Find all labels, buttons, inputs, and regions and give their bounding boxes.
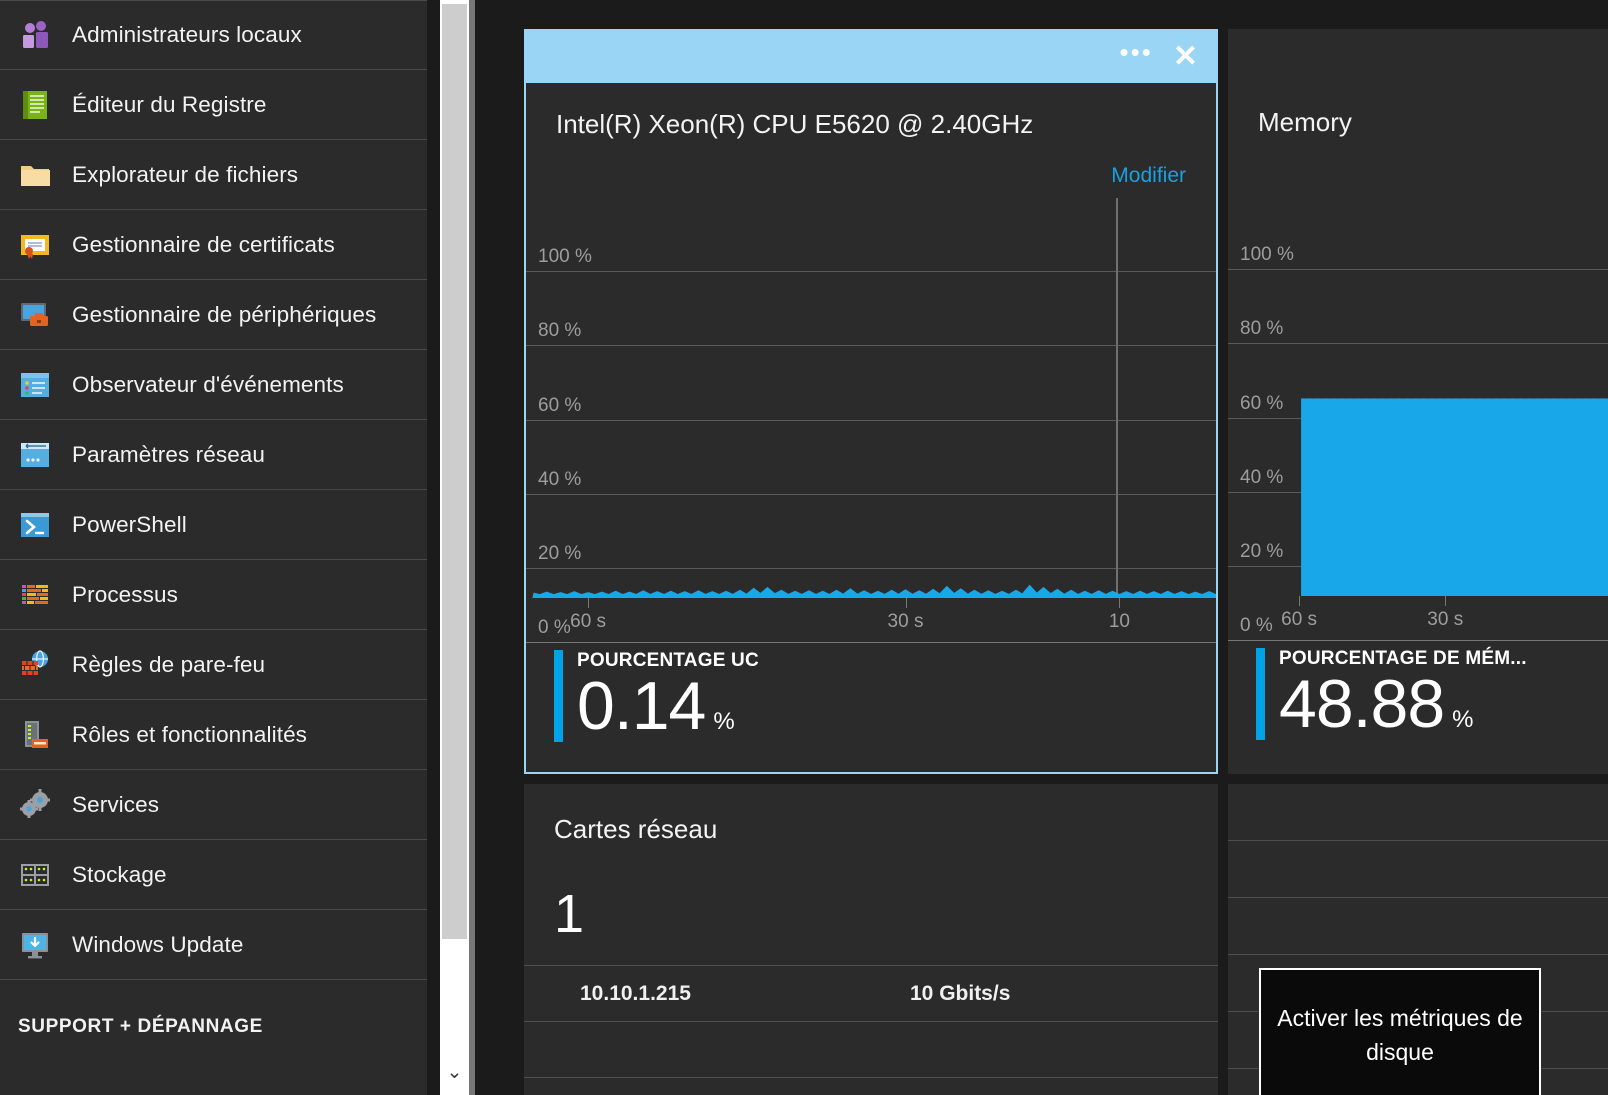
x-tick-label: 10 <box>1108 611 1130 632</box>
sidebar-item-registry-editor[interactable]: Éditeur du Registre <box>0 70 427 140</box>
memory-series-svg <box>1228 196 1608 596</box>
close-icon[interactable]: ✕ <box>1169 42 1202 72</box>
sidebar-item-label: Windows Update <box>72 931 244 957</box>
sidebar-item-powershell[interactable]: PowerShell <box>0 490 427 560</box>
enable-disk-metrics-button[interactable]: Activer les métriques de disque <box>1259 968 1541 1095</box>
sidebar-item-roles-features[interactable]: Rôles et fonctionnalités <box>0 700 427 770</box>
memory-chart: 100 % 80 % 60 % 40 % 20 % 0 % <box>1228 196 1608 642</box>
sidebar-item-storage[interactable]: Stockage <box>0 840 427 910</box>
sidebar-item-windows-update[interactable]: Windows Update <box>0 910 427 980</box>
services-icon <box>18 788 52 822</box>
memory-plot-area <box>1228 196 1608 596</box>
sidebar-item-label: Stockage <box>72 861 167 887</box>
sidebar-item-label: Gestionnaire de certificats <box>72 231 335 257</box>
sidebar-item-label: Administrateurs locaux <box>72 22 302 47</box>
sidebar-item-label: Rôles et fonctionnalités <box>72 721 308 747</box>
sidebar-item-label: Éditeur du Registre <box>72 91 267 117</box>
sidebar-item-label: Observateur d'événements <box>72 371 344 397</box>
event-viewer-icon <box>18 368 52 402</box>
memory-tile-head: Memory <box>1228 29 1608 186</box>
sidebar-item-label: Explorateur de fichiers <box>72 161 299 187</box>
cpu-tile[interactable]: ••• ✕ Intel(R) Xeon(R) CPU E5620 @ 2.40G… <box>524 29 1218 774</box>
sidebar-item-services[interactable]: Services <box>0 770 427 840</box>
disk-row <box>1228 784 1608 841</box>
sidebar-item-list: Administrateurs locaux Éditeur du Regist <box>0 0 427 980</box>
certificate-manager-icon <box>18 228 52 262</box>
cpu-tile-title: Intel(R) Xeon(R) CPU E5620 @ 2.40GHz <box>556 109 1034 139</box>
network-speed-cell: 10 Gbits/s <box>910 981 1011 1005</box>
sidebar-item-processes[interactable]: Processus <box>0 560 427 630</box>
roles-features-icon <box>18 718 52 752</box>
sidebar-item-local-admins[interactable]: Administrateurs locaux <box>0 0 427 70</box>
file-explorer-icon <box>18 158 52 192</box>
network-ip-cell: 10.10.1.215 <box>580 981 691 1005</box>
cpu-metric-value: 0.14 <box>577 667 706 744</box>
disk-row <box>1228 898 1608 955</box>
cpu-x-axis: 60 s 30 s 10 <box>526 598 1216 644</box>
memory-x-axis: 60 s 30 s <box>1228 596 1608 642</box>
sidebar-item-file-explorer[interactable]: Explorateur de fichiers <box>0 140 427 210</box>
memory-tile[interactable]: Memory 100 % 80 % 60 % 40 % 20 % 0 % 60 … <box>1228 29 1608 774</box>
sidebar-item-label: PowerShell <box>72 511 187 537</box>
network-tile-title: Cartes réseau <box>554 814 718 844</box>
memory-metric-value: 48.88 <box>1279 665 1445 742</box>
device-manager-icon <box>18 298 52 332</box>
sidebar-nav: Administrateurs locaux Éditeur du Regist <box>0 0 427 1095</box>
sidebar-item-device-manager[interactable]: Gestionnaire de périphériques <box>0 280 427 350</box>
sidebar-scrollbar[interactable]: ⌄ <box>440 0 469 1095</box>
sidebar-item-label: Gestionnaire de périphériques <box>72 301 377 327</box>
network-adapter-count: 1 <box>554 884 585 944</box>
x-tick-label: 60 s <box>570 611 607 632</box>
firewall-rules-icon <box>18 648 52 682</box>
table-row-empty <box>524 1022 1218 1078</box>
sidebar-item-label: Processus <box>72 581 178 607</box>
sidebar-item-label: Paramètres réseau <box>72 441 266 467</box>
sidebar-item-firewall-rules[interactable]: Règles de pare-feu <box>0 630 427 700</box>
network-adapters-tile[interactable]: Cartes réseau 1 10.10.1.215 10 Gbits/s <box>524 784 1218 1095</box>
network-settings-icon <box>18 438 52 472</box>
cpu-metric-accent-bar <box>554 650 563 742</box>
x-tick-label: 30 s <box>887 611 924 632</box>
sidebar-gutter <box>469 0 475 1095</box>
disk-row <box>1228 841 1608 898</box>
network-table: 10.10.1.215 10 Gbits/s <box>524 965 1218 1078</box>
memory-metric-readout: POURCENTAGE DE MÉM... 48.88 % <box>1228 648 1608 740</box>
cpu-tile-titlebar: ••• ✕ <box>526 31 1216 83</box>
memory-metric-accent-bar <box>1256 648 1265 740</box>
memory-metric-unit: % <box>1452 705 1474 733</box>
cpu-metric-readout: POURCENTAGE UC 0.14 % <box>526 650 1216 742</box>
more-options-icon[interactable]: ••• <box>1120 39 1153 69</box>
scroll-down-icon[interactable]: ⌄ <box>440 1055 469 1089</box>
cpu-plot-area <box>526 198 1216 598</box>
modify-link[interactable]: Modifier <box>556 164 1186 188</box>
cpu-metric-unit: % <box>713 707 735 735</box>
sidebar-item-network-settings[interactable]: Paramètres réseau <box>0 420 427 490</box>
disk-tile[interactable]: Activer les métriques de disque <box>1228 784 1608 1095</box>
x-tick-label: 60 s <box>1281 609 1318 630</box>
storage-icon <box>18 858 52 892</box>
registry-editor-icon <box>18 88 52 122</box>
sidebar-item-event-viewer[interactable]: Observateur d'événements <box>0 350 427 420</box>
windows-update-icon <box>18 928 52 962</box>
x-tick-label: 30 s <box>1427 609 1464 630</box>
sidebar-item-label: Règles de pare-feu <box>72 651 266 677</box>
memory-tile-title: Memory <box>1258 107 1352 137</box>
processes-icon <box>18 578 52 612</box>
sidebar-section-heading: SUPPORT + DÉPANNAGE <box>18 1016 263 1037</box>
cpu-tile-head: Intel(R) Xeon(R) CPU E5620 @ 2.40GHz Mod… <box>526 83 1216 188</box>
cpu-series-svg <box>526 198 1216 598</box>
sidebar-item-label: Services <box>72 791 160 817</box>
sidebar-item-certificate-manager[interactable]: Gestionnaire de certificats <box>0 210 427 280</box>
cpu-chart: 100 % 80 % 60 % 40 % 20 % 0 % <box>526 198 1216 644</box>
table-row[interactable]: 10.10.1.215 10 Gbits/s <box>524 966 1218 1022</box>
server-management-app: Administrateurs locaux Éditeur du Regist <box>0 0 1608 1095</box>
powershell-icon <box>18 508 52 542</box>
sidebar-scrollbar-thumb[interactable] <box>442 4 467 939</box>
local-admins-icon <box>18 18 52 52</box>
dashboard-main: Ajouter des vignettes ••• ✕ Intel(R) Xeo… <box>475 0 1608 1095</box>
